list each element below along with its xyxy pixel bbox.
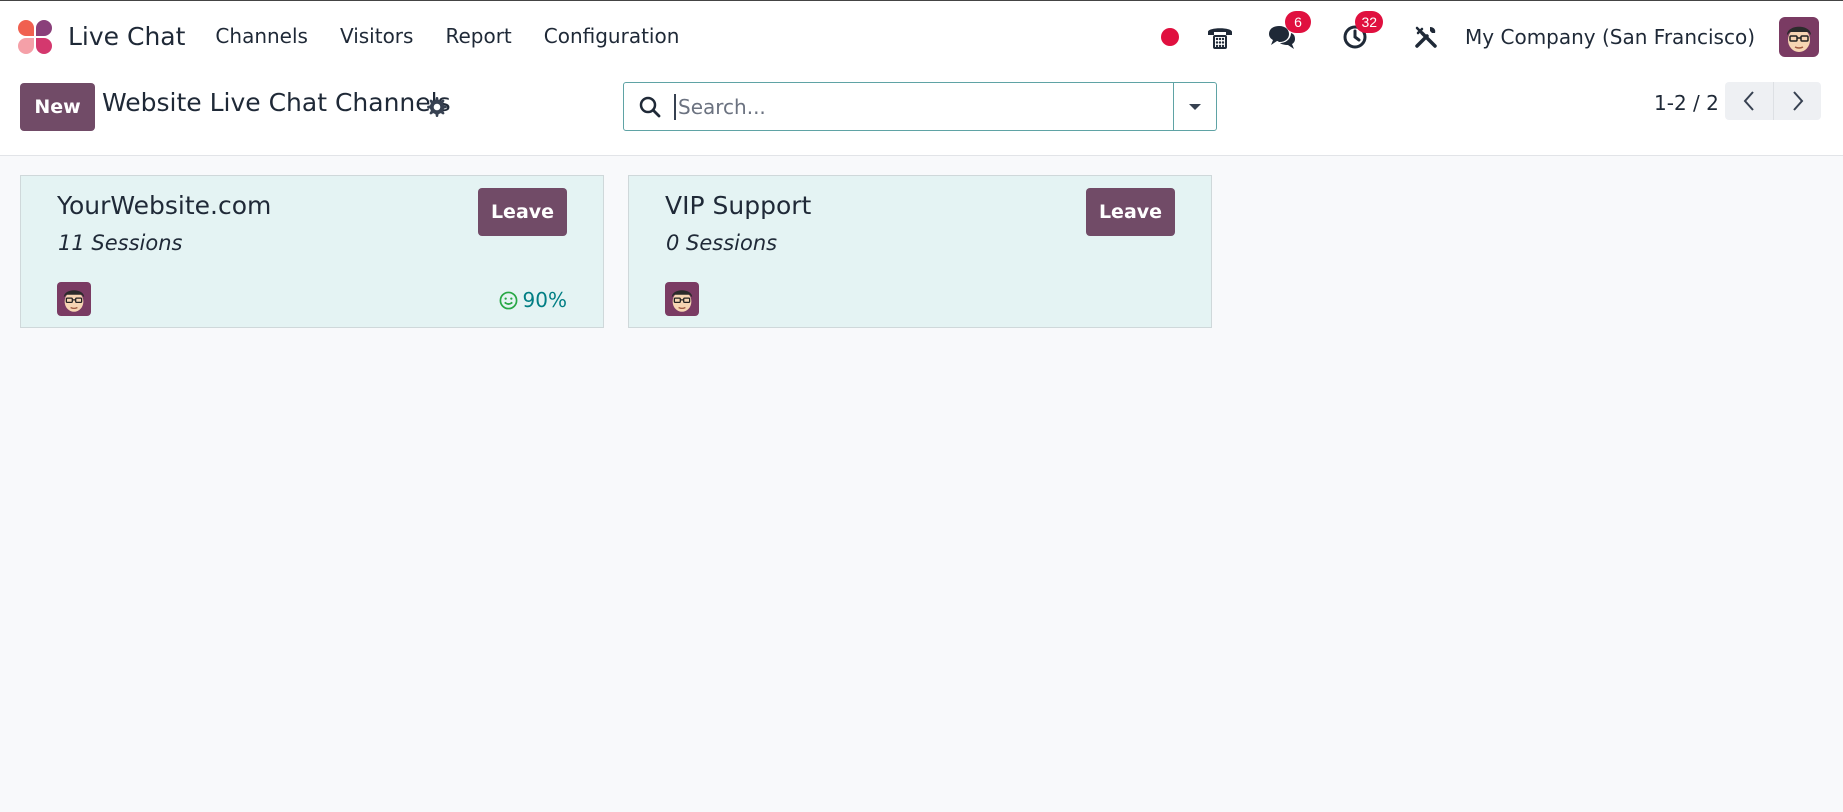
top-navbar: Live Chat Channels Visitors Report Confi… <box>0 0 1843 71</box>
chevron-left-icon <box>1743 91 1754 111</box>
company-switcher[interactable]: My Company (San Francisco) <box>1465 25 1755 49</box>
status-dot-icon <box>1161 27 1180 46</box>
chevron-right-icon <box>1792 91 1803 111</box>
menu-item-channels[interactable]: Channels <box>215 24 308 48</box>
systray: 6 32 My Company (San Francisco) <box>1161 1 1843 72</box>
channel-name: VIP Support <box>665 191 812 220</box>
messaging-button[interactable]: 6 <box>1267 10 1312 51</box>
gear-icon[interactable] <box>425 95 449 119</box>
user-avatar[interactable] <box>1779 16 1819 57</box>
rating-percentage: 90% <box>522 288 567 312</box>
operator-avatar <box>665 282 699 316</box>
activities-button[interactable]: 32 <box>1341 10 1384 51</box>
menu-item-configuration[interactable]: Configuration <box>544 24 680 48</box>
app-logo-icon <box>18 18 54 54</box>
page-title: Website Live Chat Channels <box>102 88 451 117</box>
new-button[interactable]: New <box>20 83 95 131</box>
search-options-toggle[interactable] <box>1173 83 1216 130</box>
smiley-icon <box>499 291 517 309</box>
channel-sessions-count: 11 Sessions <box>58 231 183 255</box>
messages-count-badge: 6 <box>1285 10 1312 33</box>
leave-button[interactable]: Leave <box>1086 188 1175 236</box>
debug-tools-button[interactable] <box>1413 24 1439 50</box>
menu-item-visitors[interactable]: Visitors <box>340 24 414 48</box>
caret-down-icon <box>1189 103 1201 110</box>
menu-item-report[interactable]: Report <box>445 24 511 48</box>
pager-previous-button[interactable] <box>1725 82 1773 120</box>
brand[interactable]: Live Chat <box>18 18 185 54</box>
activities-count-badge: 32 <box>1355 10 1384 33</box>
search-icon <box>639 96 661 117</box>
pager-next-button[interactable] <box>1773 82 1821 120</box>
user-avatar-icon <box>1779 16 1819 57</box>
app-title[interactable]: Live Chat <box>68 22 185 51</box>
presence-status[interactable] <box>1161 27 1205 46</box>
search-input[interactable] <box>674 93 1154 120</box>
control-panel: New Website Live Chat Channels 1-2 / 2 <box>0 71 1843 156</box>
pager-value[interactable]: 1-2 / 2 <box>1654 91 1719 115</box>
channel-card[interactable]: VIP Support 0 Sessions Leave <box>628 175 1212 328</box>
operator-avatar <box>57 282 91 316</box>
search-bar <box>623 82 1217 131</box>
tools-icon <box>1415 26 1437 48</box>
phone-icon <box>1208 27 1233 49</box>
operator-avatar-icon <box>665 282 699 316</box>
phone-button[interactable] <box>1205 23 1235 51</box>
channel-name: YourWebsite.com <box>57 191 272 220</box>
operator-avatar-icon <box>57 282 91 316</box>
main-menu: Channels Visitors Report Configuration <box>215 24 711 48</box>
channel-sessions-count: 0 Sessions <box>666 231 778 255</box>
channel-rating: 90% <box>499 288 567 312</box>
leave-button[interactable]: Leave <box>478 188 567 236</box>
channel-card[interactable]: YourWebsite.com 11 Sessions Leave 90% <box>20 175 604 328</box>
